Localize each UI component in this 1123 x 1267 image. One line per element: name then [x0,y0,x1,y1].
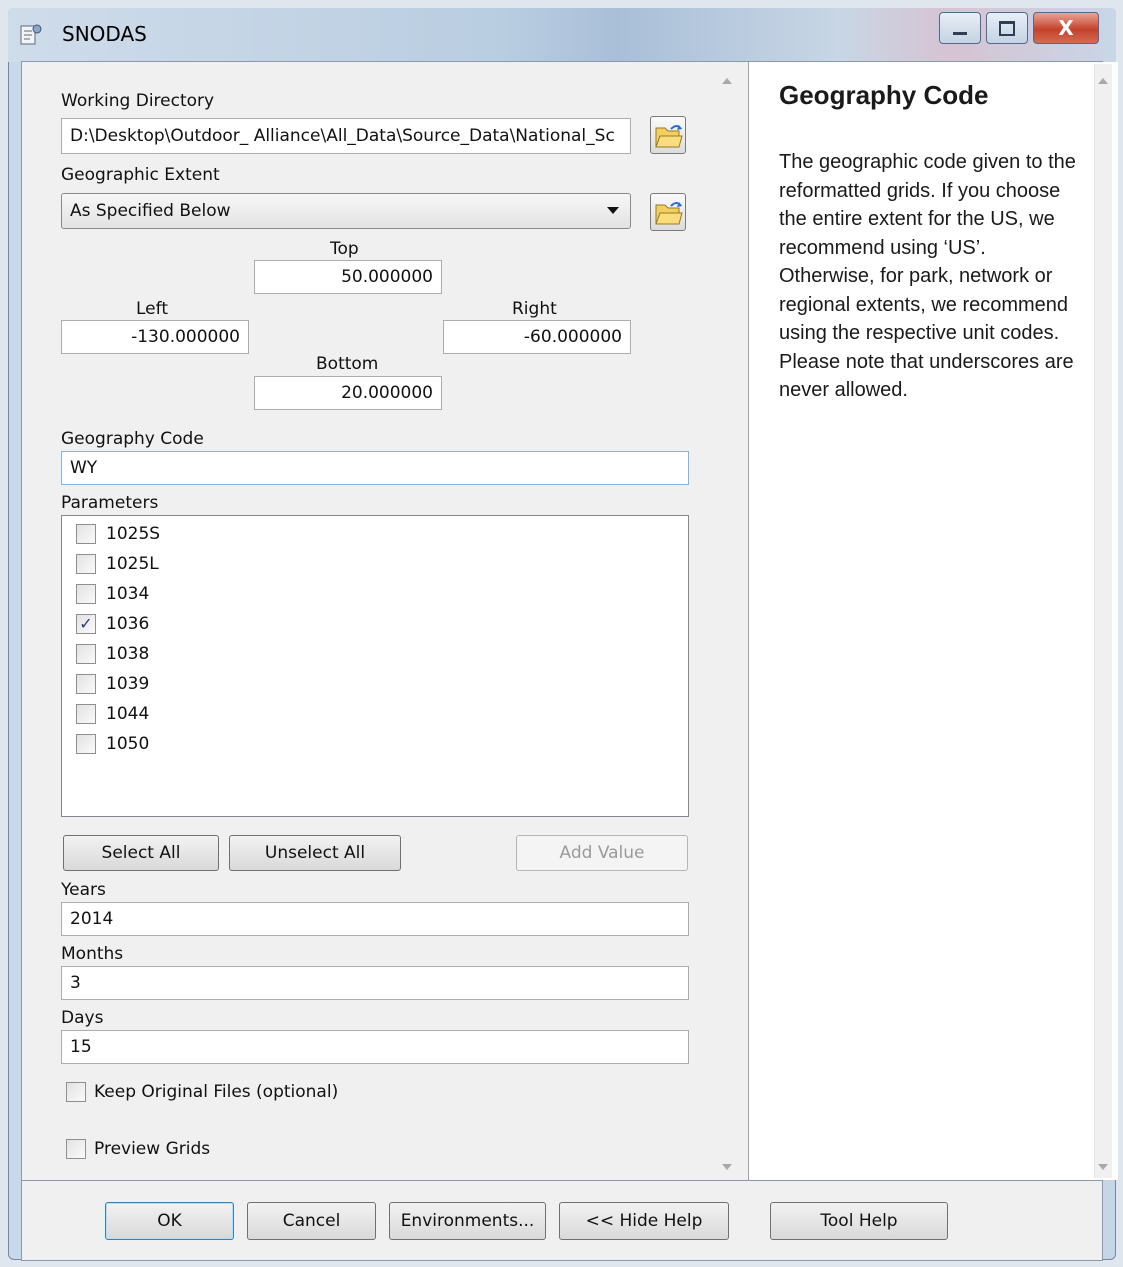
working-directory-input[interactable]: D:\Desktop\Outdoor_ Alliance\All_Data\So… [61,118,631,154]
parameter-checkbox[interactable] [76,674,96,694]
environments-button[interactable]: Environments... [389,1202,546,1240]
parameter-label: 1034 [106,584,150,604]
help-title: Geography Code [779,80,989,110]
top-label: Top [330,239,359,259]
geographic-extent-value: As Specified Below [70,201,231,221]
parameter-label: 1044 [106,704,150,724]
list-item[interactable]: ✓ 1036 [76,614,149,634]
geographic-extent-select[interactable]: As Specified Below [61,193,631,229]
parameter-checkbox[interactable] [76,644,96,664]
maximize-icon [999,20,1015,36]
list-item[interactable]: 1025S [76,524,160,544]
years-input[interactable]: 2014 [61,902,689,936]
unselect-all-button[interactable]: Unselect All [229,835,401,871]
keep-original-checkbox[interactable] [66,1082,86,1102]
months-label: Months [61,944,124,964]
preview-grids-label: Preview Grids [94,1139,211,1159]
parameter-label: 1038 [106,644,150,664]
days-label: Days [61,1008,104,1028]
keep-original-label: Keep Original Files (optional) [94,1082,339,1102]
left-label: Left [136,299,168,319]
scroll-up-icon[interactable] [722,78,732,84]
check-mark-icon: ✓ [79,614,93,633]
right-input[interactable]: -60.000000 [443,320,631,354]
parameter-checkbox[interactable] [76,734,96,754]
list-item[interactable]: 1050 [76,734,149,754]
top-input[interactable]: 50.000000 [254,260,442,294]
hide-help-button[interactable]: << Hide Help [559,1202,729,1240]
close-button[interactable]: X [1033,12,1099,44]
list-item[interactable]: 1025L [76,554,159,574]
months-input[interactable]: 3 [61,966,689,1000]
scroll-down-icon[interactable] [722,1164,732,1170]
help-scrollbar[interactable] [1094,64,1112,1178]
parameters-scrollbar[interactable] [718,64,736,1178]
preview-grids-checkbox[interactable] [66,1139,86,1159]
parameter-label: 1050 [106,734,150,754]
parameter-checkbox[interactable] [76,704,96,724]
parameter-label: 1025L [106,554,159,574]
bottom-label: Bottom [316,354,379,374]
parameter-checkbox[interactable] [76,554,96,574]
minimize-button[interactable] [939,12,981,44]
list-item[interactable]: 1038 [76,644,149,664]
list-item[interactable]: 1044 [76,704,149,724]
preview-grids-option[interactable]: Preview Grids [66,1139,210,1159]
bottom-input[interactable]: 20.000000 [254,376,442,410]
maximize-button[interactable] [986,12,1028,44]
browse-directory-button[interactable] [650,116,686,154]
tool-icon [18,22,44,48]
geography-code-input[interactable]: WY [61,451,689,485]
days-input[interactable]: 15 [61,1030,689,1064]
ok-button[interactable]: OK [105,1202,234,1240]
parameter-checkbox[interactable] [76,524,96,544]
left-input[interactable]: -130.000000 [61,320,249,354]
geographic-extent-label: Geographic Extent [61,165,220,185]
select-all-button[interactable]: Select All [63,835,219,871]
window-title: SNODAS [62,22,147,46]
minimize-icon [953,31,967,35]
tool-help-button[interactable]: Tool Help [770,1202,948,1240]
open-folder-icon [655,202,683,225]
right-label: Right [512,299,557,319]
keep-original-option[interactable]: Keep Original Files (optional) [66,1082,338,1102]
working-directory-label: Working Directory [61,91,215,111]
parameter-label: 1039 [106,674,150,694]
parameters-list[interactable]: 1025S 1025L 1034 ✓ 1036 1038 1039 1044 1… [61,515,689,817]
help-scroll-up-icon[interactable] [1098,78,1108,84]
add-value-button[interactable]: Add Value [516,835,688,871]
parameter-checkbox[interactable] [76,584,96,604]
geography-code-label: Geography Code [61,429,204,449]
years-label: Years [61,880,106,900]
parameter-label: 1025S [106,524,161,544]
parameter-label: 1036 [106,614,150,634]
cancel-button[interactable]: Cancel [247,1202,376,1240]
parameter-checkbox-checked[interactable]: ✓ [76,614,96,634]
close-icon: X [1058,16,1074,40]
list-item[interactable]: 1039 [76,674,149,694]
help-body-text: The geographic code given to the reforma… [779,151,1076,401]
list-item[interactable]: 1034 [76,584,149,604]
browse-extent-button[interactable] [650,193,686,231]
chevron-down-icon[interactable] [607,207,619,214]
help-scroll-down-icon[interactable] [1098,1164,1108,1170]
open-folder-icon [655,125,683,148]
parameters-label: Parameters [61,493,159,513]
